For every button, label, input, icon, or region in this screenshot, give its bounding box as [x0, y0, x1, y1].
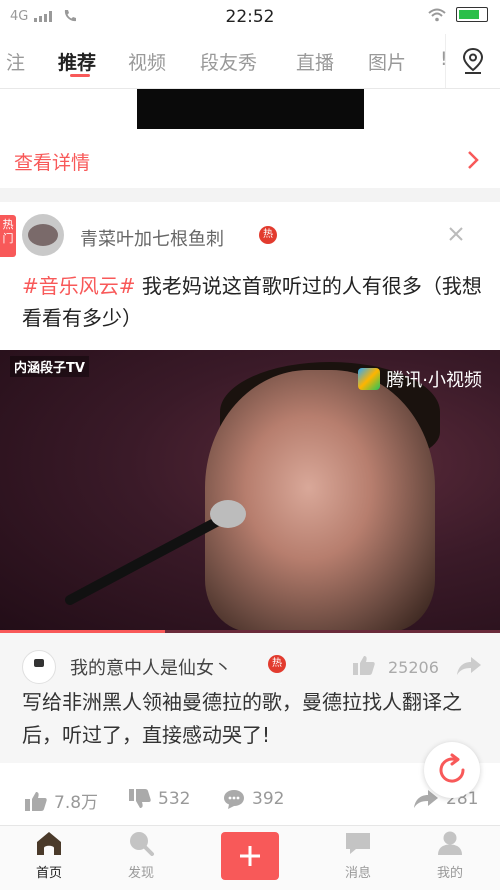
comment-bubble-icon	[224, 790, 244, 809]
nav-home-label: 首页	[35, 866, 62, 881]
comment-hot-badge: 热	[268, 655, 286, 673]
tab-follow[interactable]: 注	[6, 48, 25, 75]
microphone-graphic	[65, 500, 246, 605]
tab-recommend[interactable]: 推荐	[58, 48, 96, 75]
status-bar: 4G 22:52	[0, 0, 500, 34]
chevron-right-icon	[468, 151, 479, 169]
clock: 22:52	[225, 7, 275, 27]
tab-user-show[interactable]: 段友秀	[200, 48, 257, 75]
tab-video[interactable]: 视频	[128, 48, 166, 75]
hot-tag: 热门	[0, 215, 16, 257]
video-player[interactable]: 内涵段子TV 腾讯·小视频	[0, 350, 500, 632]
comment-text: 写给非洲黑人领袖曼德拉的歌，曼德拉找人翻译之后，听过了，直接感动哭了!	[22, 690, 462, 747]
watermark-right: 腾讯·小视频	[358, 366, 482, 392]
nav-profile-label: 我的	[436, 866, 463, 881]
watermark-right-text: 腾讯·小视频	[386, 370, 482, 391]
comment-action[interactable]: 392	[222, 788, 284, 810]
post-username[interactable]: 青菜叶加七根鱼刺	[80, 225, 224, 251]
post-header	[0, 202, 500, 262]
view-details-row[interactable]: 查看详情	[0, 134, 500, 188]
view-details-link[interactable]: 查看详情	[14, 148, 90, 175]
category-tabs: 注 推荐 视频 段友秀 直播 图片 !	[0, 34, 500, 89]
thumbs-down-icon	[129, 789, 151, 808]
nav-messages[interactable]: 消息	[328, 830, 388, 881]
message-icon	[346, 833, 370, 854]
avatar[interactable]	[22, 214, 64, 256]
wifi-icon	[428, 8, 446, 21]
post-add-button[interactable]	[221, 832, 279, 880]
refresh-icon	[439, 753, 465, 783]
battery-icon	[456, 7, 488, 22]
dislike-count: 532	[158, 789, 191, 809]
like-count: 7.8万	[54, 793, 99, 813]
comment-username[interactable]: 我的意中人是仙女丶	[70, 654, 232, 680]
location-button[interactable]	[445, 34, 500, 88]
nav-discover-label: 发现	[127, 866, 154, 881]
watermark-left: 内涵段子TV	[10, 356, 89, 377]
previous-video-thumbnail[interactable]	[137, 89, 364, 129]
comment-like-count: 25206	[388, 658, 439, 677]
nav-profile[interactable]: 我的	[420, 830, 480, 881]
tab-pictures[interactable]: 图片	[368, 48, 406, 75]
discover-icon	[130, 832, 154, 856]
close-icon[interactable]	[448, 226, 464, 242]
comment-share-icon[interactable]	[455, 655, 483, 677]
status-right	[428, 7, 488, 22]
nav-messages-label: 消息	[344, 866, 371, 881]
tencent-video-logo-icon	[358, 368, 381, 390]
profile-icon	[438, 831, 462, 855]
comment-avatar[interactable]	[22, 650, 56, 684]
thumbs-up-icon	[25, 791, 47, 811]
section-divider	[0, 188, 500, 202]
nav-discover[interactable]: 发现	[111, 830, 171, 881]
post-hashtag[interactable]: #音乐风云#	[22, 274, 136, 298]
home-icon	[37, 832, 61, 855]
comment-count: 392	[252, 789, 285, 809]
like-action[interactable]: 7.8万	[24, 788, 98, 813]
hot-badge: 热	[259, 226, 277, 244]
refresh-button[interactable]	[424, 742, 480, 798]
post-title[interactable]: #音乐风云# 我老妈说这首歌听过的人有很多（我想看看有多少）	[22, 270, 482, 334]
comment-like-icon[interactable]	[352, 654, 376, 676]
plus-icon	[240, 846, 260, 866]
tab-live[interactable]: 直播	[296, 48, 334, 75]
location-pin-icon	[462, 47, 484, 74]
dislike-action[interactable]: 532	[128, 788, 190, 810]
nav-home[interactable]: 首页	[19, 830, 79, 881]
active-tab-indicator	[70, 74, 90, 77]
